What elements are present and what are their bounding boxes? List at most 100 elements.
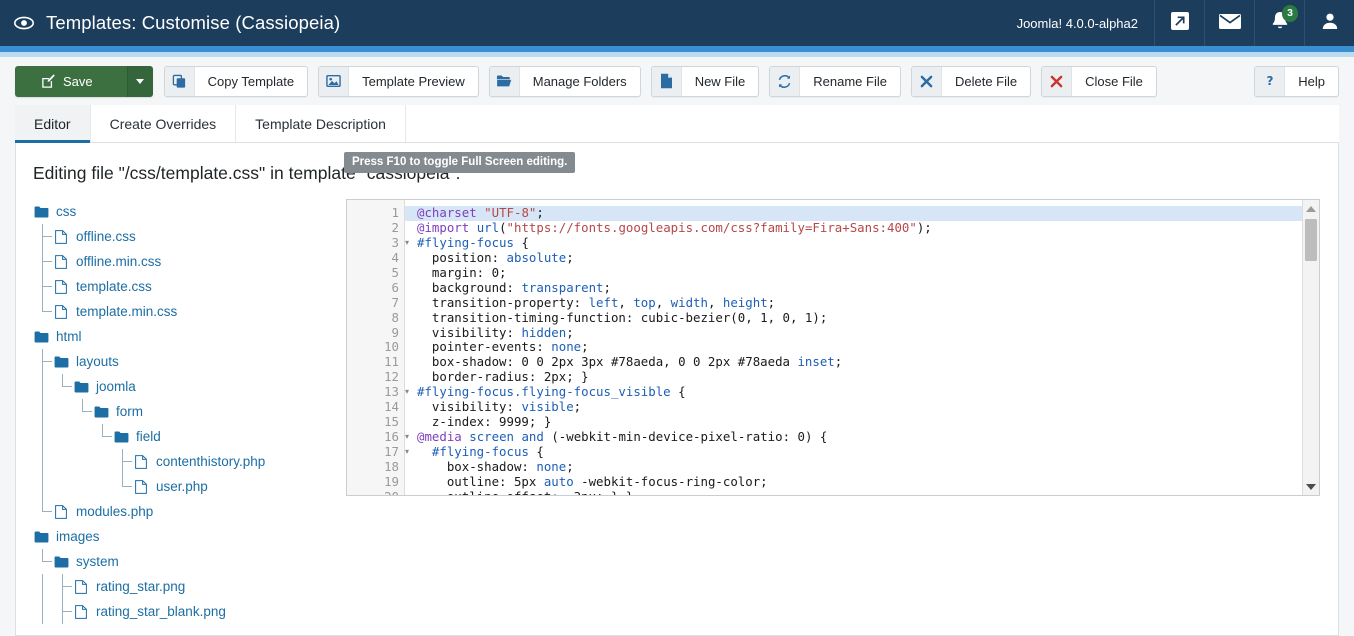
code-line[interactable]: position: absolute; <box>417 251 1302 266</box>
tree-folder[interactable]: layouts <box>33 349 346 374</box>
new-file-button[interactable]: New File <box>651 66 760 97</box>
code-line[interactable]: margin: 0; <box>417 266 1302 281</box>
tree-item-label[interactable]: field <box>136 429 161 444</box>
code-line[interactable]: box-shadow: 0 0 2px 3px #78aeda, 0 0 2px… <box>417 355 1302 370</box>
code-line[interactable]: @charset "UTF-8"; <box>405 206 1302 221</box>
manage-folders-button[interactable]: Manage Folders <box>489 66 641 97</box>
user-menu-button[interactable] <box>1304 0 1354 46</box>
code-line[interactable]: outline-offset: -3px; } } <box>417 490 1302 495</box>
code-editor[interactable]: 123▾45678910111213▾141516▾17▾181920 @cha… <box>346 199 1320 496</box>
code-line[interactable]: transition-timing-function: cubic-bezier… <box>417 311 1302 326</box>
tree-guide-segment <box>33 574 53 599</box>
code-line[interactable]: border-radius: 2px; } <box>417 370 1302 385</box>
code-line[interactable]: z-index: 9999; } <box>417 415 1302 430</box>
copy-template-button[interactable]: Copy Template <box>164 66 308 97</box>
folder-icon <box>93 404 109 420</box>
line-number: 8 <box>347 311 404 326</box>
tree-item-label[interactable]: contenthistory.php <box>156 454 265 469</box>
tree-folder[interactable]: html <box>33 324 346 349</box>
code-line[interactable]: @media screen and (-webkit-min-device-pi… <box>417 430 1302 445</box>
editor-scrollbar[interactable] <box>1302 200 1319 495</box>
folder-icon <box>113 429 129 445</box>
tree-guide-segment <box>93 449 113 474</box>
line-number: 14 <box>347 400 404 415</box>
tree-folder[interactable]: joomla <box>33 374 346 399</box>
tree-folder[interactable]: field <box>33 424 346 449</box>
tree-item-label[interactable]: template.css <box>76 279 152 294</box>
save-button-main[interactable]: Save <box>15 66 127 97</box>
messages-button[interactable] <box>1204 0 1254 46</box>
tree-folder[interactable]: form <box>33 399 346 424</box>
tree-item-label[interactable]: images <box>56 529 100 544</box>
code-line[interactable]: background: transparent; <box>417 281 1302 296</box>
tab-editor[interactable]: Editor <box>15 105 91 142</box>
tree-item-label[interactable]: rating_star.png <box>96 579 185 594</box>
tree-item-label[interactable]: rating_star_blank.png <box>96 604 226 619</box>
code-line[interactable]: visibility: visible; <box>417 400 1302 415</box>
help-button[interactable]: ? Help <box>1254 66 1339 97</box>
folder-icon <box>73 379 89 395</box>
envelope-icon <box>1218 12 1242 35</box>
line-number: 10 <box>347 340 404 355</box>
tree-item-label[interactable]: offline.min.css <box>76 254 161 269</box>
tree-item-label[interactable]: layouts <box>76 354 119 369</box>
tree-folder[interactable]: system <box>33 549 346 574</box>
file-icon <box>73 604 89 620</box>
tree-item-label[interactable]: modules.php <box>76 504 153 519</box>
triangle-down-icon[interactable] <box>1303 478 1319 495</box>
template-preview-button[interactable]: Template Preview <box>318 66 479 97</box>
tree-file[interactable]: template.min.css <box>33 299 346 324</box>
tree-guide-segment <box>53 424 73 449</box>
tree-item-label[interactable]: user.php <box>156 479 208 494</box>
tree-item-label[interactable]: system <box>76 554 119 569</box>
tree-file[interactable]: rating_star.png <box>33 574 346 599</box>
code-line[interactable]: #flying-focus.flying-focus_visible { <box>417 385 1302 400</box>
code-line[interactable]: transition-property: left, top, width, h… <box>417 296 1302 311</box>
tree-item-label[interactable]: html <box>56 329 82 344</box>
triangle-up-icon[interactable] <box>1303 200 1319 217</box>
tree-guides <box>33 224 53 249</box>
tree-guide-segment <box>73 449 93 474</box>
tree-item-label[interactable]: template.min.css <box>76 304 177 319</box>
code-line[interactable]: visibility: hidden; <box>417 326 1302 341</box>
tree-item-label[interactable]: offline.css <box>76 229 136 244</box>
tree-folder[interactable]: css <box>33 199 346 224</box>
tree-file[interactable]: offline.min.css <box>33 249 346 274</box>
save-dropdown-button[interactable] <box>127 66 153 97</box>
tab-create-overrides[interactable]: Create Overrides <box>91 105 237 142</box>
tree-file[interactable]: contenthistory.php <box>33 449 346 474</box>
save-button[interactable]: Save <box>15 66 153 97</box>
tree-file[interactable]: rating_star_blank.png <box>33 599 346 624</box>
delete-file-button[interactable]: Delete File <box>911 66 1031 97</box>
tree-file[interactable]: user.php <box>33 474 346 499</box>
tree-guides <box>33 599 73 624</box>
code-line[interactable]: outline: 5px auto -webkit-focus-ring-col… <box>417 475 1302 490</box>
code-line[interactable]: @import url("https://fonts.googleapis.co… <box>417 221 1302 236</box>
code-line[interactable]: #flying-focus { <box>417 445 1302 460</box>
tree-file[interactable]: offline.css <box>33 224 346 249</box>
tree-guides <box>33 374 73 399</box>
tree-guide-segment <box>73 424 93 449</box>
view-site-button[interactable] <box>1154 0 1204 46</box>
line-number: 7 <box>347 296 404 311</box>
code-content[interactable]: @charset "UTF-8";@import url("https://fo… <box>405 200 1302 495</box>
code-line[interactable]: #flying-focus { <box>417 236 1302 251</box>
rename-file-button[interactable]: Rename File <box>769 66 901 97</box>
tree-item-label[interactable]: joomla <box>96 379 136 394</box>
tree-item-label[interactable]: form <box>116 404 143 419</box>
tree-guide-segment <box>53 449 73 474</box>
line-number: 4 <box>347 251 404 266</box>
tree-guide-segment <box>53 374 73 399</box>
close-file-button[interactable]: Close File <box>1041 66 1157 97</box>
tree-item-label[interactable]: css <box>56 204 76 219</box>
notifications-button[interactable]: 3 <box>1254 0 1304 46</box>
tab-template-description[interactable]: Template Description <box>236 105 406 142</box>
tree-guide-segment <box>113 449 133 474</box>
code-line[interactable]: pointer-events: none; <box>417 340 1302 355</box>
eye-icon[interactable] <box>13 12 35 34</box>
tree-folder[interactable]: images <box>33 524 346 549</box>
code-line[interactable]: box-shadow: none; <box>417 460 1302 475</box>
tree-file[interactable]: template.css <box>33 274 346 299</box>
scroll-thumb[interactable] <box>1305 219 1317 261</box>
tree-file[interactable]: modules.php <box>33 499 346 524</box>
